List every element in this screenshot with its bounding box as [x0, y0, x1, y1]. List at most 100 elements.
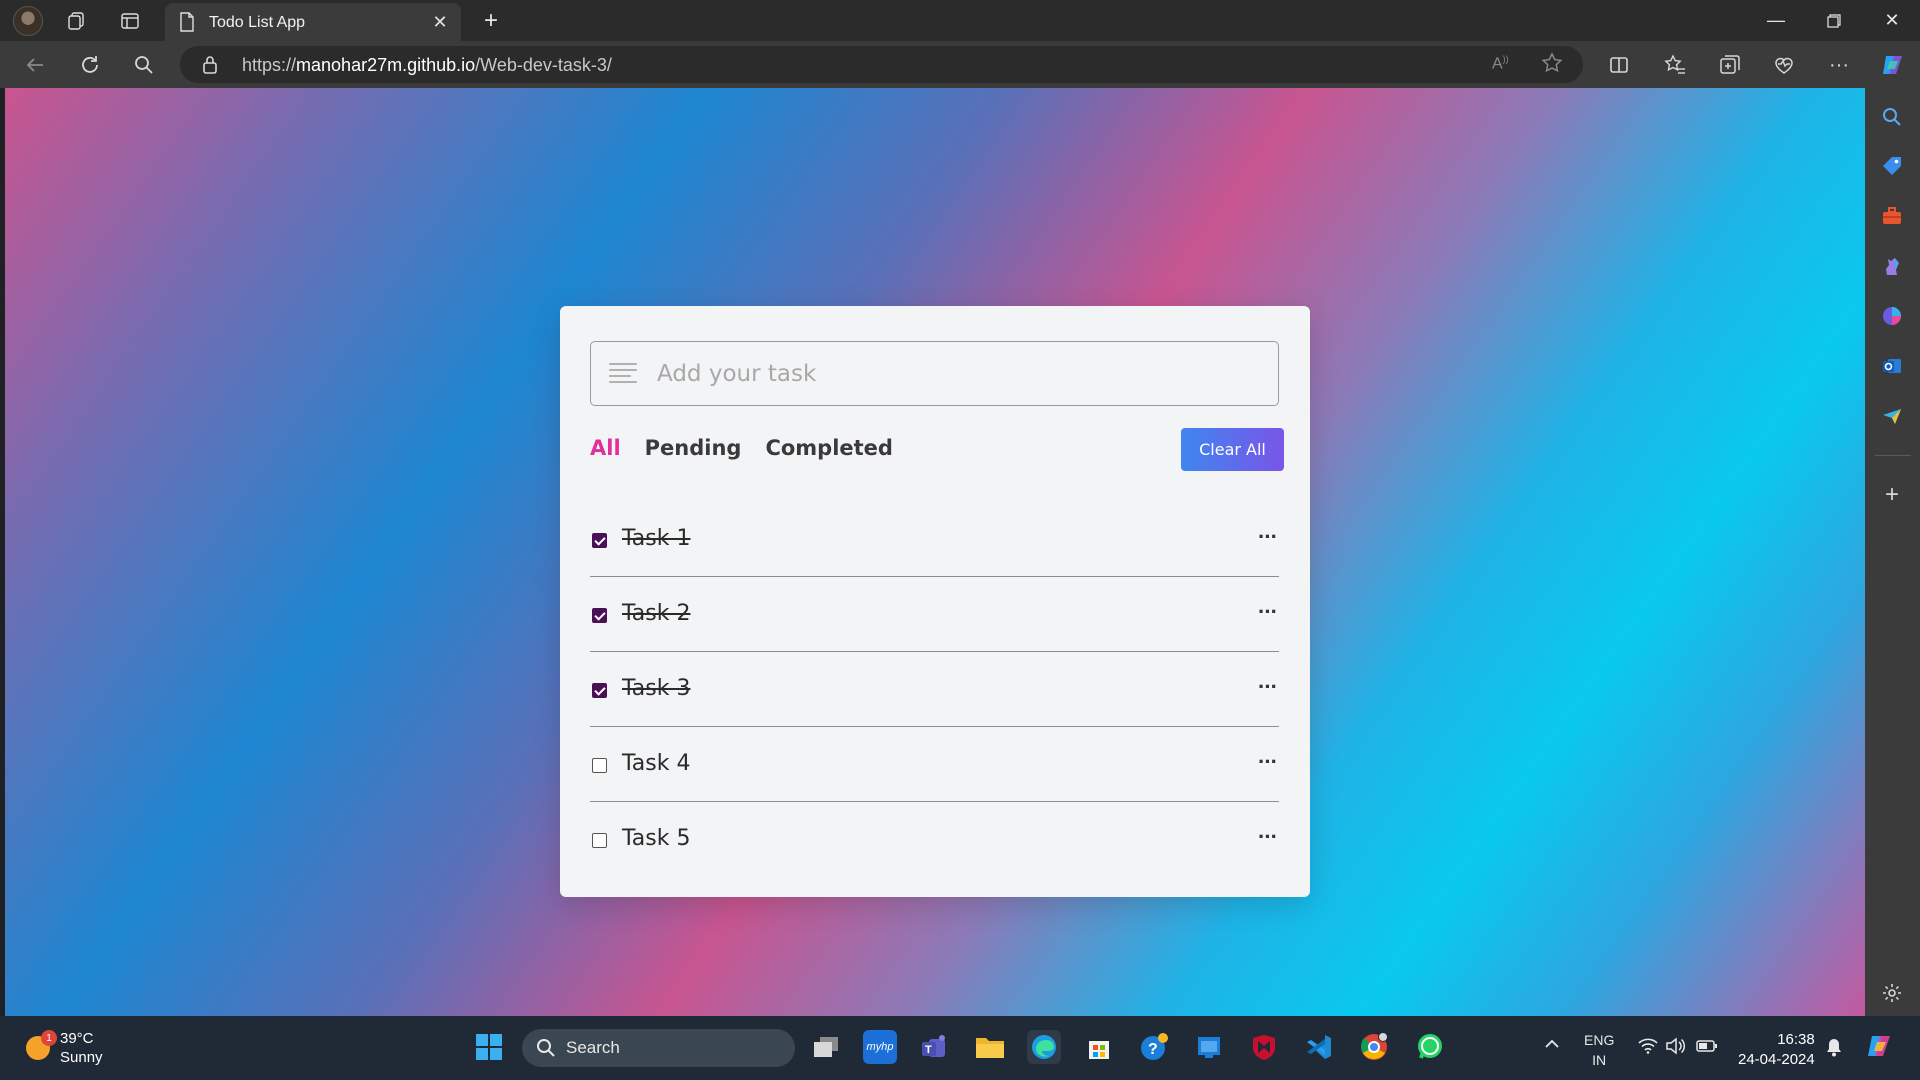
close-window-icon[interactable]: ✕ [1864, 0, 1920, 41]
sidebar-divider [1875, 455, 1911, 456]
task-view-icon[interactable] [809, 1030, 843, 1064]
task-row: Task 3 ··· [590, 652, 1279, 727]
new-tab-button[interactable]: + [478, 7, 504, 34]
wifi-icon[interactable] [1638, 1038, 1658, 1058]
add-sidebar-app-icon[interactable]: + [1877, 480, 1907, 510]
windows-start-icon[interactable] [472, 1030, 506, 1064]
task-menu-icon[interactable]: ··· [1258, 824, 1278, 850]
task-menu-icon[interactable]: ··· [1258, 524, 1278, 550]
sun-icon: 1 [26, 1030, 57, 1060]
task-name: Task 4 [622, 751, 691, 776]
task-name: Task 1 [622, 526, 691, 551]
task-menu-icon[interactable]: ··· [1258, 749, 1278, 775]
lock-icon[interactable] [202, 55, 218, 80]
taskbar-search-label: Search [566, 1038, 620, 1057]
drop-send-icon[interactable] [1877, 401, 1907, 431]
microsoft-store-icon[interactable] [1082, 1030, 1116, 1064]
workspaces-icon[interactable] [64, 8, 90, 34]
tab-actions-icon[interactable] [117, 8, 143, 34]
filter-tabs: All Pending Completed [590, 436, 893, 460]
svg-text:T: T [925, 1044, 932, 1056]
browser-essentials-icon[interactable] [1769, 50, 1799, 80]
address-bar[interactable]: https://manohar27m.github.io/Web-dev-tas… [180, 46, 1583, 83]
task-checkbox[interactable] [592, 758, 607, 773]
task-menu-icon[interactable]: ··· [1258, 599, 1278, 625]
more-options-icon[interactable]: ··· [1824, 50, 1854, 80]
filter-all[interactable]: All [590, 436, 621, 460]
filter-pending[interactable]: Pending [645, 436, 742, 460]
sidebar-search-icon[interactable] [1877, 102, 1907, 132]
refresh-icon[interactable] [75, 50, 105, 80]
task-row: Task 1 ··· [590, 502, 1279, 577]
task-list: Task 1 ··· Task 2 ··· Task 3 ··· Task 4 … [590, 502, 1279, 877]
shopping-tag-icon[interactable] [1877, 151, 1907, 181]
copilot-icon[interactable] [1878, 50, 1908, 80]
browser-titlebar: Todo List App ✕ + — ✕ [0, 0, 1920, 41]
back-icon[interactable] [20, 50, 50, 80]
tab-title: Todo List App [209, 14, 306, 31]
task-checkbox[interactable] [592, 683, 607, 698]
todo-card: All Pending Completed Clear All Task 1 ·… [560, 306, 1310, 897]
restore-icon[interactable] [1806, 0, 1862, 41]
notification-bell-icon[interactable] [1825, 1037, 1843, 1061]
weather-description: Sunny [60, 1049, 103, 1066]
language-indicator[interactable]: ENG IN [1584, 1030, 1614, 1070]
favorites-icon[interactable] [1660, 50, 1690, 80]
search-icon[interactable] [129, 50, 159, 80]
system-clock[interactable]: 16:38 24-04-2024 [1738, 1030, 1815, 1070]
favorite-star-icon[interactable] [1541, 52, 1563, 79]
task-name: Task 5 [622, 826, 691, 851]
task-input[interactable] [657, 354, 1257, 394]
show-hidden-icons-chevron-icon[interactable] [1544, 1036, 1560, 1057]
task-checkbox[interactable] [592, 608, 607, 623]
weather-badge: 1 [41, 1030, 57, 1046]
microsoft-365-icon[interactable] [1877, 301, 1907, 331]
chrome-icon[interactable] [1357, 1030, 1391, 1064]
file-explorer-icon[interactable] [973, 1030, 1007, 1064]
region-code: IN [1592, 1052, 1607, 1068]
taskbar-search-icon [537, 1039, 555, 1057]
task-checkbox[interactable] [592, 533, 607, 548]
volume-icon[interactable] [1665, 1037, 1686, 1059]
task-input-box[interactable] [590, 341, 1279, 406]
task-checkbox[interactable] [592, 833, 607, 848]
minimize-icon[interactable]: — [1748, 0, 1804, 41]
sidebar-settings-icon[interactable] [1877, 978, 1907, 1008]
clock-time: 16:38 [1777, 1031, 1815, 1048]
browser-tab[interactable]: Todo List App ✕ [165, 3, 461, 41]
svg-text:?: ? [1148, 1041, 1158, 1058]
language-code: ENG [1584, 1032, 1615, 1048]
profile-avatar[interactable] [13, 6, 43, 36]
page-viewport: All Pending Completed Clear All Task 1 ·… [5, 88, 1865, 1016]
myhp-icon[interactable]: myhp [863, 1030, 897, 1064]
help-icon[interactable]: ? [1137, 1030, 1171, 1064]
task-name: Task 2 [622, 601, 691, 626]
clear-all-button[interactable]: Clear All [1181, 428, 1284, 471]
games-icon[interactable] [1877, 251, 1907, 281]
notes-icon [609, 363, 637, 385]
collections-icon[interactable] [1715, 50, 1745, 80]
edge-browser-icon[interactable] [1027, 1030, 1061, 1064]
weather-widget[interactable]: 1 39°C Sunny [26, 1029, 103, 1067]
read-aloud-icon[interactable]: A)) [1492, 54, 1509, 73]
task-row: Task 4 ··· [590, 727, 1279, 802]
browser-toolbar: https://manohar27m.github.io/Web-dev-tas… [0, 41, 1920, 88]
page-icon [179, 12, 195, 37]
split-screen-icon[interactable] [1604, 50, 1634, 80]
whatsapp-icon[interactable] [1413, 1030, 1447, 1064]
filter-completed[interactable]: Completed [765, 436, 893, 460]
url-text[interactable]: https://manohar27m.github.io/Web-dev-tas… [242, 55, 612, 76]
app-window-icon[interactable] [1192, 1030, 1226, 1064]
close-tab-icon[interactable]: ✕ [429, 11, 451, 33]
mcafee-icon[interactable] [1247, 1030, 1281, 1064]
weather-temperature: 39°C [60, 1030, 94, 1047]
teams-icon[interactable]: T [918, 1030, 952, 1064]
clock-date: 24-04-2024 [1738, 1051, 1815, 1068]
taskbar-search[interactable]: Search [522, 1029, 795, 1067]
task-menu-icon[interactable]: ··· [1258, 674, 1278, 700]
tools-icon[interactable] [1877, 201, 1907, 231]
battery-icon[interactable] [1696, 1039, 1718, 1057]
outlook-icon[interactable] [1877, 351, 1907, 381]
vscode-icon[interactable] [1302, 1030, 1336, 1064]
copilot-preview-icon[interactable] [1866, 1030, 1898, 1066]
